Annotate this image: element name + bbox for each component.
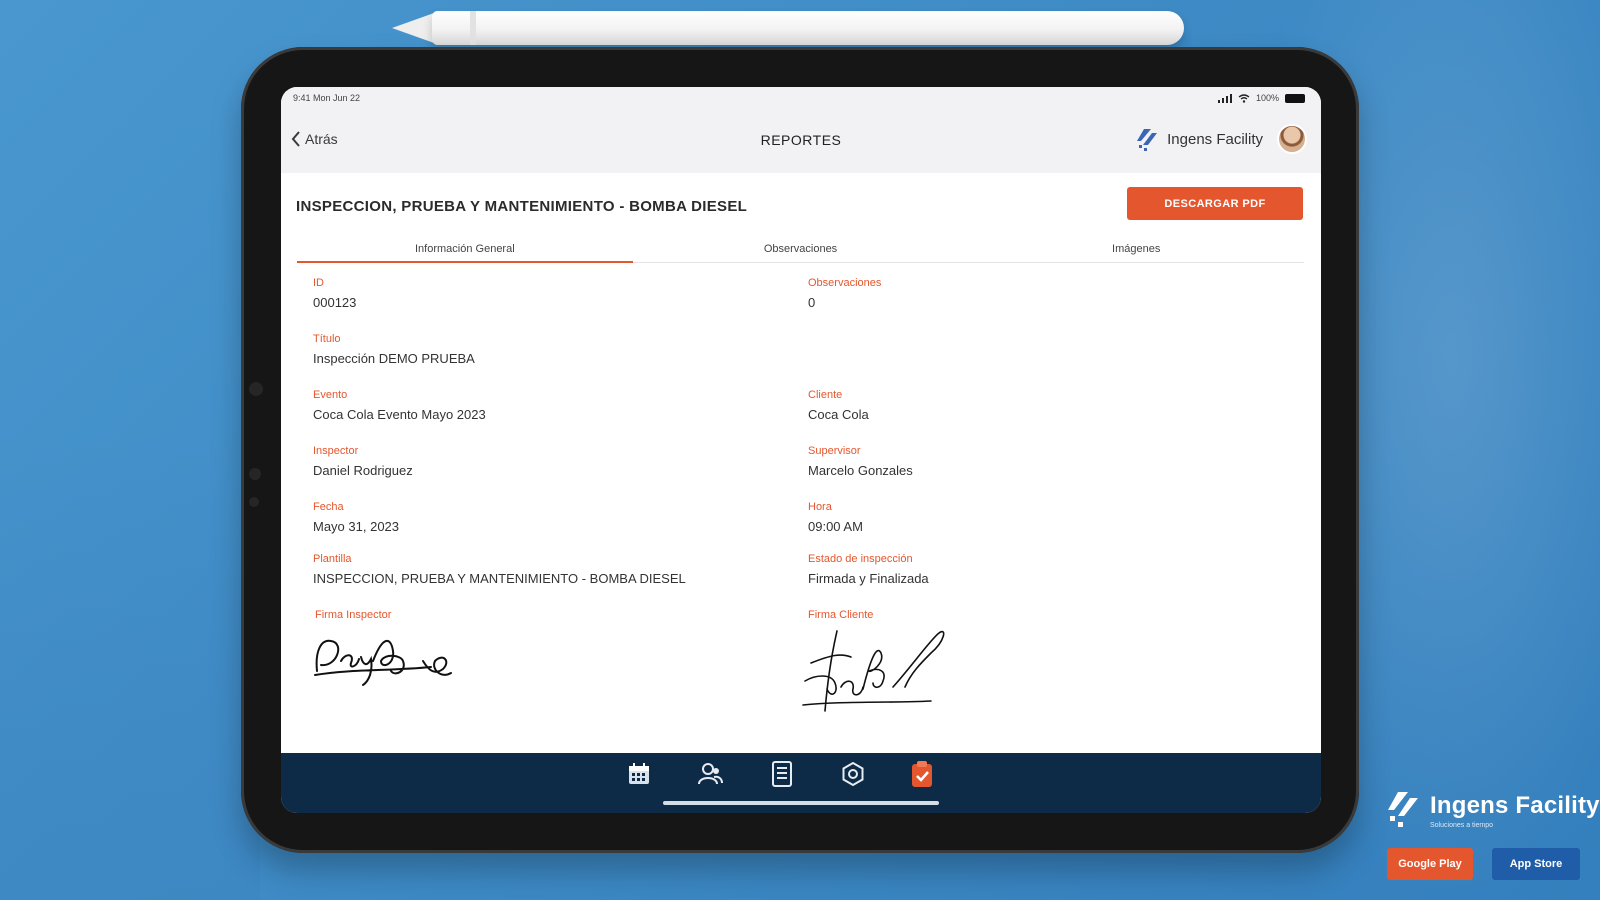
- report-header: INSPECCION, PRUEBA Y MANTENIMIENTO - BOM…: [281, 173, 1321, 239]
- field-value: Mayo 31, 2023: [313, 519, 400, 534]
- field-label: Supervisor: [808, 445, 861, 457]
- field-plantilla: Plantilla INSPECCION, PRUEBA Y MANTENIMI…: [313, 553, 686, 586]
- field-hora: Hora 09:00 AM: [808, 501, 863, 534]
- tab-imagenes[interactable]: Imágenes: [968, 239, 1304, 262]
- field-value: 0: [808, 295, 816, 310]
- tablet-camera: [249, 382, 263, 396]
- field-label: Observaciones: [808, 277, 882, 289]
- field-value: Coca Cola: [808, 407, 869, 422]
- field-label: Plantilla: [313, 553, 352, 565]
- promo-brand-name: Ingens Facility: [1430, 791, 1600, 819]
- settings-icon[interactable]: [840, 761, 866, 787]
- app-store-button[interactable]: App Store: [1492, 848, 1580, 880]
- field-observaciones: Observaciones 0: [808, 277, 881, 310]
- clipboard-check-icon[interactable]: [909, 761, 935, 787]
- chevron-left-icon: [291, 131, 300, 147]
- app-screen: 9:41 Mon Jun 22 100% Atrás REPORTES Inge…: [281, 87, 1321, 813]
- field-value: Daniel Rodriguez: [313, 463, 413, 478]
- field-label: Fecha: [313, 501, 344, 513]
- tab-observaciones[interactable]: Observaciones: [633, 239, 969, 262]
- home-indicator: [663, 801, 939, 805]
- nav-bar: Atrás REPORTES Ingens Facility: [281, 109, 1321, 173]
- battery-percent: 100%: [1255, 93, 1279, 103]
- field-label: ID: [313, 277, 324, 289]
- field-estado: Estado de inspección Firmada y Finalizad…: [808, 553, 929, 586]
- field-inspector: Inspector Daniel Rodriguez: [313, 445, 413, 478]
- tab-bar: Información General Observaciones Imágen…: [297, 239, 1304, 263]
- field-value: Marcelo Gonzales: [808, 463, 913, 478]
- pencil-band: [470, 11, 476, 45]
- field-label: Firma Inspector: [315, 609, 392, 621]
- status-indicators: 100%: [1217, 93, 1305, 103]
- promo-tagline: Soluciones a tiempo: [1430, 821, 1494, 829]
- ingens-logo-icon: [1388, 792, 1418, 827]
- report-title: INSPECCION, PRUEBA Y MANTENIMIENTO - BOM…: [296, 198, 748, 215]
- battery-icon: [1285, 93, 1305, 103]
- field-label: Título: [313, 333, 341, 345]
- field-evento: Evento Coca Cola Evento Mayo 2023: [313, 389, 486, 422]
- google-play-button[interactable]: Google Play: [1387, 848, 1473, 880]
- field-id: ID 000123: [313, 277, 356, 310]
- field-value: 000123: [313, 295, 357, 310]
- tablet-sensor-2: [249, 497, 259, 507]
- brand-logo: Ingens Facility: [1135, 126, 1263, 152]
- field-value: Coca Cola Evento Mayo 2023: [313, 407, 486, 422]
- field-titulo: Título Inspección DEMO PRUEBA: [313, 333, 475, 366]
- field-firma-inspector: Firma Inspector: [315, 609, 391, 627]
- calendar-icon[interactable]: [626, 761, 652, 787]
- apple-pencil: [432, 11, 1184, 45]
- bottom-tab-bar: [281, 753, 1321, 813]
- field-value: 09:00 AM: [808, 519, 863, 534]
- field-label: Evento: [313, 389, 348, 401]
- back-label: Atrás: [305, 131, 338, 147]
- field-value: Inspección DEMO PRUEBA: [313, 351, 475, 366]
- field-value: Firmada y Finalizada: [808, 571, 929, 586]
- status-bar: 9:41 Mon Jun 22 100%: [281, 87, 1321, 109]
- tab-informacion-general[interactable]: Información General: [297, 239, 633, 263]
- tablet-sensor: [249, 468, 261, 480]
- background-blur-left: [0, 430, 260, 900]
- document-icon[interactable]: [769, 761, 795, 787]
- avatar[interactable]: [1277, 124, 1307, 154]
- download-pdf-button[interactable]: DESCARGAR PDF: [1127, 187, 1303, 220]
- field-supervisor: Supervisor Marcelo Gonzales: [808, 445, 913, 478]
- field-cliente: Cliente Coca Cola: [808, 389, 869, 422]
- status-time: 9:41 Mon Jun 22: [293, 93, 361, 103]
- pencil-tip: [392, 13, 434, 43]
- back-button[interactable]: Atrás: [291, 131, 338, 147]
- field-fecha: Fecha Mayo 31, 2023: [313, 501, 399, 534]
- field-label: Inspector: [313, 445, 359, 457]
- field-label: Firma Cliente: [808, 609, 874, 621]
- field-value: INSPECCION, PRUEBA Y MANTENIMIENTO - BOM…: [313, 571, 686, 586]
- signal-icon: [1217, 93, 1232, 103]
- wifi-icon: [1238, 93, 1250, 103]
- brand-name: Ingens Facility: [1167, 130, 1263, 148]
- field-label: Estado de inspección: [808, 553, 913, 565]
- field-firma-cliente: Firma Cliente: [808, 609, 873, 627]
- users-icon[interactable]: [697, 761, 723, 787]
- field-label: Hora: [808, 501, 832, 513]
- ingens-logo-icon: [1137, 129, 1158, 151]
- promo-brand: Ingens Facility Soluciones a tiempo: [1386, 790, 1600, 830]
- inspector-signature: [314, 639, 452, 686]
- client-signature: [802, 630, 945, 712]
- field-label: Cliente: [808, 389, 843, 401]
